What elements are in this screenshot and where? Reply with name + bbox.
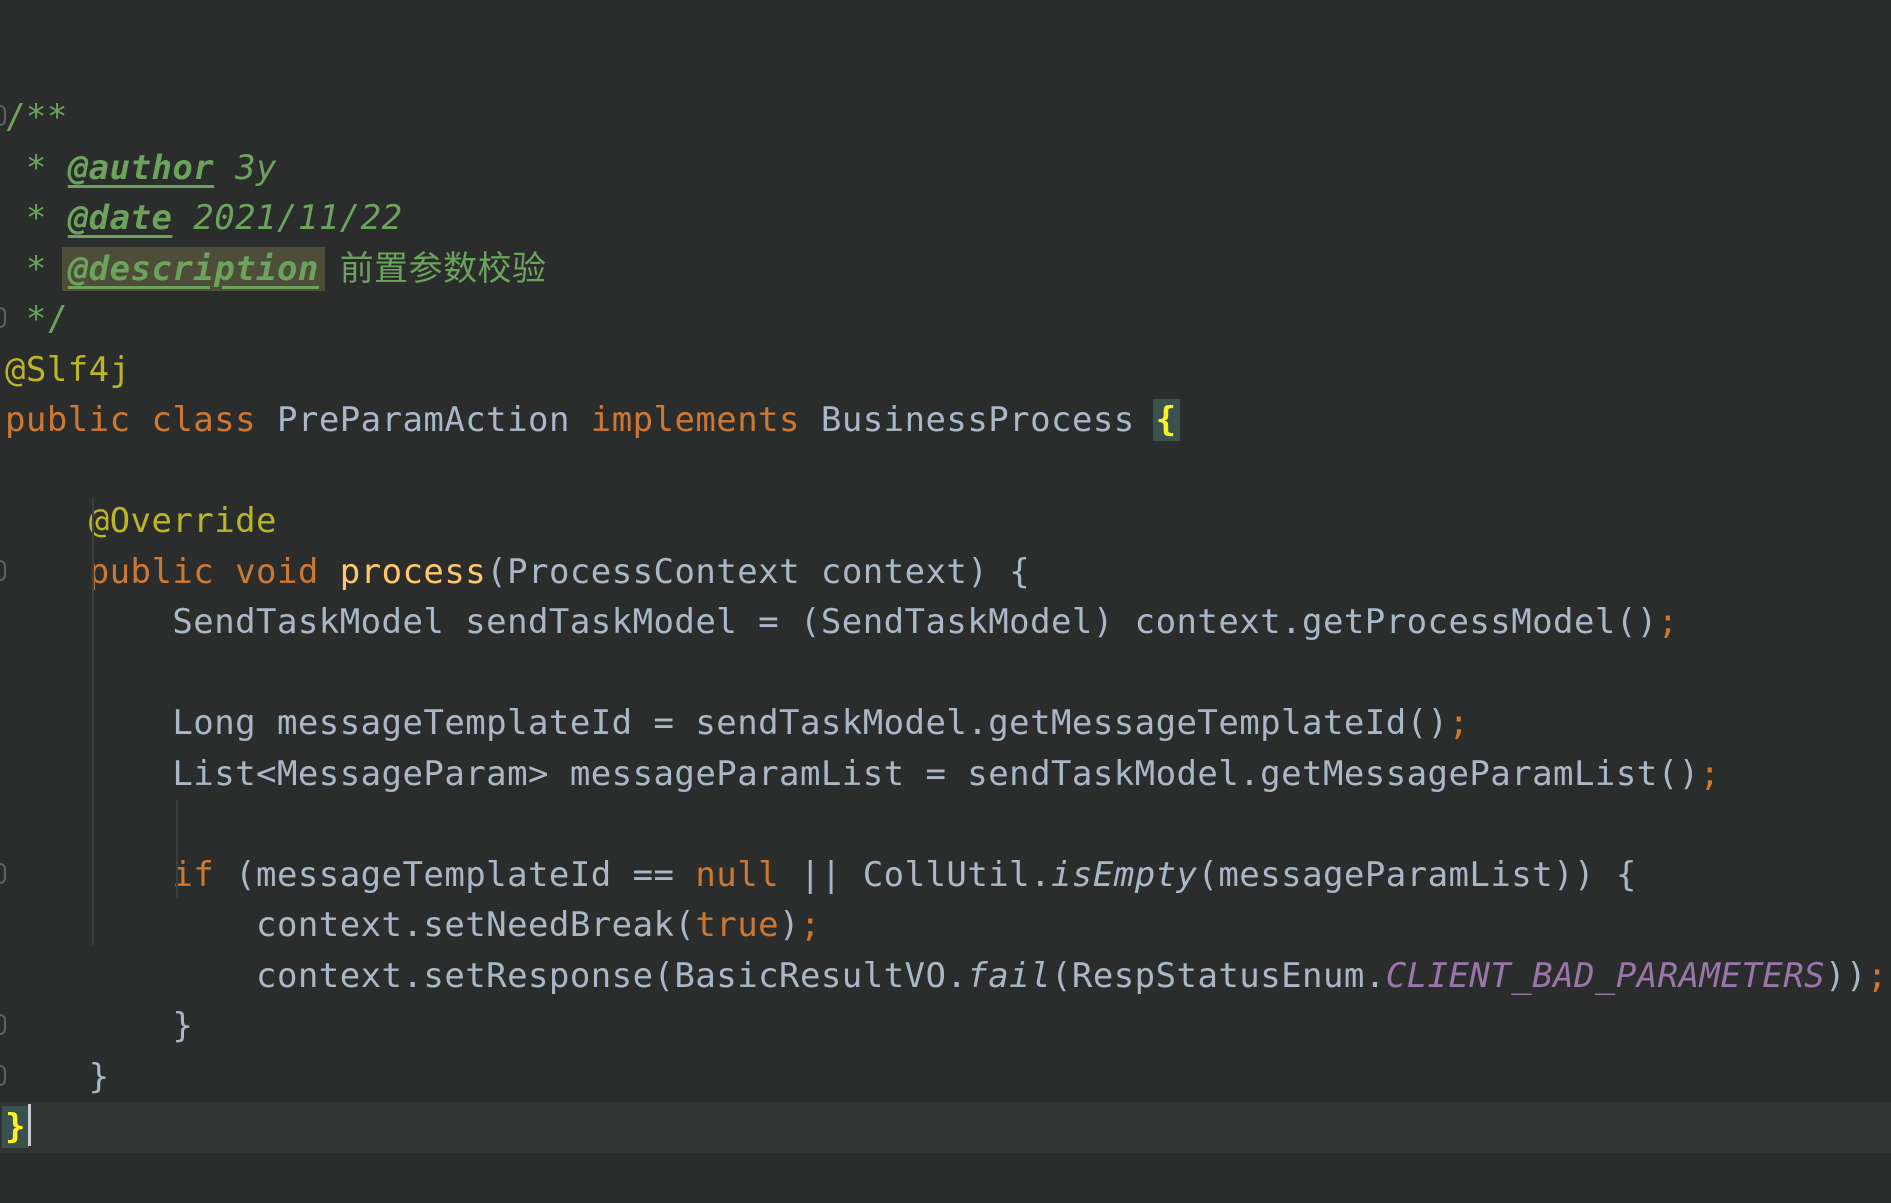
code-token: 前置参数校验 [340,249,547,289]
code-line[interactable]: @Override [0,496,1891,547]
code-token: Long messageTemplateId = sendTaskModel.g… [5,703,1448,743]
text-caret [28,1104,31,1146]
code-line[interactable]: SendTaskModel sendTaskModel = (SendTaskM… [0,597,1891,648]
code-token: (ProcessContext context) { [486,552,1030,592]
code-token: @description [62,247,325,291]
code-token: ; [1658,602,1679,642]
code-token: (messageTemplateId == [214,855,695,895]
code-token: true [695,905,779,945]
code-line[interactable]: @Slf4j [0,345,1891,396]
fold-marker-icon[interactable] [0,307,6,328]
code-token: } [2,1106,29,1148]
code-token [319,249,340,289]
code-token: (messageParamList)) { [1197,855,1636,895]
fold-marker-icon[interactable] [0,1014,6,1035]
code-token: public [89,552,215,592]
code-line[interactable]: context.setNeedBreak(true); [0,900,1891,951]
code-token: (RespStatusEnum. [1051,956,1386,996]
code-token: if [172,855,214,895]
fold-marker-icon[interactable] [0,560,6,581]
code-token: ; [800,905,821,945]
code-token: )) [1825,956,1867,996]
code-token: process [340,552,486,592]
code-line[interactable]: } [0,1052,1891,1103]
code-token: context.setNeedBreak( [5,905,695,945]
code-token: 3y [235,148,277,188]
code-token: } [5,1006,193,1046]
code-line[interactable]: } [0,1102,1891,1153]
code-token: fail [967,956,1051,996]
code-line[interactable] [0,648,1891,699]
code-token: context.setResponse(BasicResultVO. [5,956,967,996]
code-line[interactable] [0,799,1891,850]
code-token: @Override [89,501,277,541]
code-token: class [151,400,256,440]
code-token: 2021/11/22 [193,198,402,238]
code-token: public [5,400,131,440]
code-line[interactable]: * @date 2021/11/22 [0,193,1891,244]
fold-marker-icon[interactable] [0,863,6,884]
code-area: /** * @author 3y * @date 2021/11/22 * @d… [0,92,1891,1153]
code-token [5,501,89,541]
code-line[interactable]: */ [0,294,1891,345]
code-line[interactable]: context.setResponse(BasicResultVO.fail(R… [0,951,1891,1002]
code-token: implements [591,400,800,440]
code-token: * [5,198,68,238]
code-token [214,148,235,188]
code-token: @date [68,198,173,238]
code-token: PreParamAction [256,400,591,440]
code-token: CLIENT_BAD_PARAMETERS [1386,956,1825,996]
code-token: List<MessageParam> messageParamList = se… [5,754,1700,794]
code-token [5,552,89,592]
code-editor[interactable]: /** * @author 3y * @date 2021/11/22 * @d… [0,0,1891,1080]
code-token: BusinessProcess [800,400,1156,440]
code-token: @Slf4j [5,350,131,390]
code-line[interactable]: * @author 3y [0,143,1891,194]
indent-guide [92,497,94,945]
code-token: /** [5,97,68,137]
fold-marker-icon[interactable] [0,1065,6,1086]
code-line[interactable]: if (messageTemplateId == null || CollUti… [0,850,1891,901]
code-line[interactable]: /** [0,92,1891,143]
code-line[interactable]: Long messageTemplateId = sendTaskModel.g… [0,698,1891,749]
code-token: */ [5,299,68,339]
code-line[interactable]: public class PreParamAction implements B… [0,395,1891,446]
code-token [319,552,340,592]
code-token: { [1153,399,1180,441]
code-line[interactable] [0,446,1891,497]
code-token [131,400,152,440]
code-token [214,552,235,592]
code-token: * [5,249,68,289]
code-token: ; [1867,956,1888,996]
code-line[interactable]: public void process(ProcessContext conte… [0,547,1891,598]
code-line[interactable]: } [0,1001,1891,1052]
code-token [172,198,193,238]
code-line[interactable]: List<MessageParam> messageParamList = se… [0,749,1891,800]
code-token: * [5,148,68,188]
code-token: ) [779,905,800,945]
code-token: null [695,855,779,895]
code-token: isEmpty [1051,855,1197,895]
code-token: } [5,1057,110,1097]
code-token [5,855,172,895]
code-token: void [235,552,319,592]
fold-marker-icon[interactable] [0,105,6,126]
indent-guide [176,800,178,897]
code-token: @author [68,148,214,188]
code-token: ; [1448,703,1469,743]
code-token: ; [1700,754,1721,794]
code-line[interactable]: * @description 前置参数校验 [0,244,1891,295]
code-token: || CollUtil. [779,855,1051,895]
code-token: SendTaskModel sendTaskModel = (SendTaskM… [5,602,1658,642]
